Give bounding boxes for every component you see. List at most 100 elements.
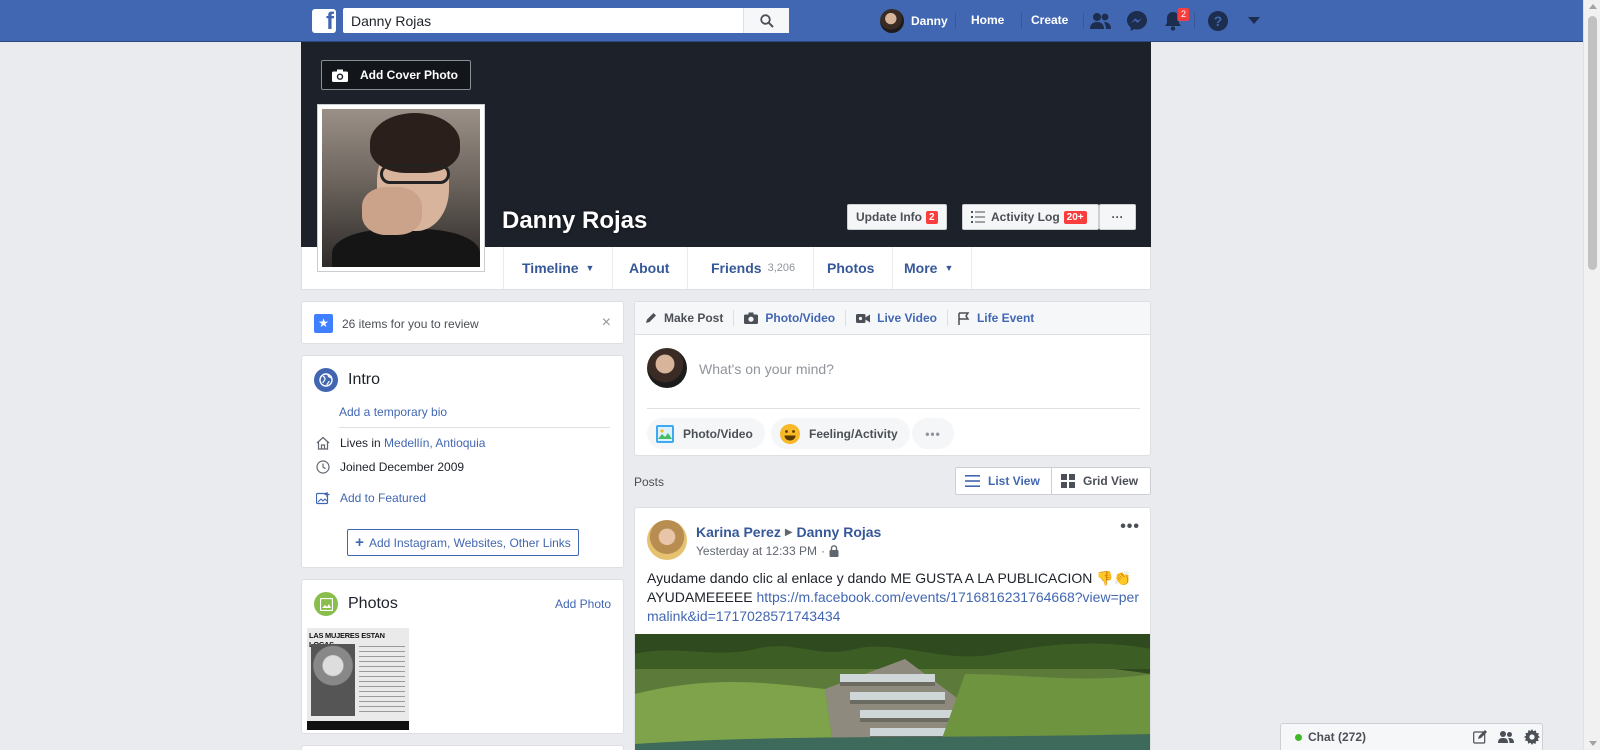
cover-more-button[interactable]: ··· [1099,204,1136,230]
home-link[interactable]: Home [971,13,1004,27]
profile-name[interactable]: Danny Rojas [502,207,647,235]
list-icon [971,211,985,223]
add-cover-photo-button[interactable]: Add Cover Photo [321,60,471,90]
photo-video-label: Photo/Video [765,311,836,325]
tab-friends[interactable]: Friends 3,206 [693,247,815,289]
post-image[interactable] [635,634,1150,750]
feeling-activity-button[interactable]: Feeling/Activity [771,418,910,449]
more-icon: ··· [1111,210,1124,224]
search-button[interactable] [743,8,789,33]
post-options-button[interactable]: ••• [1120,518,1140,536]
lock-icon[interactable] [829,545,839,557]
chat-bar[interactable]: Chat (272) [1280,723,1543,750]
gear-icon[interactable] [1524,729,1540,745]
update-info-label: Update Info [856,210,922,224]
camera-icon [744,312,759,324]
tab-label: Friends [711,260,762,276]
add-photo-link[interactable]: Add Photo [555,597,611,611]
tab-more[interactable]: More ▼ [886,247,973,289]
joined-row: Joined December 2009 [314,460,464,474]
next-card [301,745,624,750]
posts-heading: Posts [634,475,665,489]
group-icon[interactable] [1498,729,1514,745]
top-navigation-bar: f Danny Home Create 2 ? [0,0,1583,42]
add-to-featured-row[interactable]: Add to Featured [314,491,426,505]
star-icon: ★ [314,314,333,333]
scrollbar[interactable] [1583,0,1600,750]
activity-log-button[interactable]: Activity Log 20+ [962,204,1099,230]
tab-photos[interactable]: Photos [809,247,894,289]
nav-divider [1194,13,1195,29]
life-event-tab[interactable]: Life Event [958,310,1044,326]
tab-timeline[interactable]: Timeline ▼ [503,247,614,289]
post-author-link[interactable]: Karina Perez [696,524,781,540]
live-video-tab[interactable]: Live Video [856,310,948,326]
new-message-icon[interactable] [1472,729,1488,745]
photos-card: Photos Add Photo LAS MUJERES ESTAN LOCAS [301,579,624,734]
clock-icon [314,460,332,474]
add-cover-photo-label: Add Cover Photo [360,68,458,82]
intro-card: Intro Add a temporary bio Lives in Medel… [301,355,624,568]
photo-icon [656,424,674,443]
globe-icon [314,368,338,392]
joined-text: Joined December 2009 [340,460,465,474]
update-info-badge: 2 [926,210,938,224]
lives-in-prefix: Lives in [340,436,385,450]
photos-title: Photos [348,595,398,612]
photo-video-tab[interactable]: Photo/Video [744,310,847,326]
photo-video-action-button[interactable]: Photo/Video [647,418,765,449]
photo-thumbnail[interactable]: LAS MUJERES ESTAN LOCAS [307,628,409,730]
author-avatar[interactable] [647,520,687,560]
make-post-tab[interactable]: Make Post [645,310,735,326]
friend-requests-icon[interactable] [1090,10,1112,32]
add-temporary-bio-link[interactable]: Add a temporary bio [339,405,447,419]
profile-link[interactable]: Danny [880,9,948,33]
play-arrow-icon: ▶ [784,526,793,538]
close-icon[interactable]: × [602,314,611,332]
make-post-label: Make Post [664,311,724,325]
smiley-icon [780,423,800,444]
nav-divider [1083,13,1084,29]
video-camera-icon [856,313,871,323]
composer-more-button[interactable]: ••• [912,418,954,449]
photo-video-action-label: Photo/Video [683,426,753,441]
create-link[interactable]: Create [1031,13,1068,27]
search-icon [759,13,774,28]
update-info-button[interactable]: Update Info 2 [847,204,947,230]
review-items-card[interactable]: ★ 26 items for you to review × [301,301,624,344]
chevron-down-icon: ▼ [585,263,595,273]
photos-icon [314,592,338,616]
plus-icon: + [355,534,364,551]
profile-picture[interactable] [317,104,485,272]
avatar [647,348,687,388]
life-event-label: Life Event [976,311,1035,325]
help-icon[interactable]: ? [1207,10,1229,32]
tab-about[interactable]: About [611,247,689,289]
list-view-button[interactable]: List View [956,468,1052,494]
post: Karina Perez ▶ Danny Rojas Yesterday at … [634,507,1151,750]
messenger-icon[interactable] [1126,10,1148,32]
facebook-logo-icon[interactable]: f [312,9,336,33]
post-timestamp[interactable]: Yesterday at 12:33 PM [696,544,817,558]
scroll-down-arrow-icon[interactable] [1589,741,1597,746]
add-links-button[interactable]: + Add Instagram, Websites, Other Links [347,529,579,556]
intro-title: Intro [348,371,381,388]
tab-label: Timeline [522,260,579,276]
post-header: Karina Perez ▶ Danny Rojas [696,524,881,540]
tab-label: Photos [827,260,875,276]
nav-divider [955,13,956,29]
post-target-link[interactable]: Danny Rojas [797,524,882,540]
scrollbar-thumb[interactable] [1588,16,1597,270]
account-menu-icon[interactable] [1243,10,1265,32]
composer-input[interactable] [699,360,1129,378]
online-status-icon [1295,734,1302,741]
composer-tabs: Make Post Photo/Video Live Video Life Ev… [635,302,1150,335]
home-icon [314,436,332,450]
search-box [343,8,789,33]
lives-in-row: Lives in Medellín, Antioquia [314,436,485,450]
search-input[interactable] [343,8,739,33]
scroll-up-arrow-icon[interactable] [1589,4,1597,9]
grid-view-button[interactable]: Grid View [1052,468,1147,494]
divider [339,427,610,428]
lives-in-place-link[interactable]: Medellín, Antioquia [384,436,485,450]
